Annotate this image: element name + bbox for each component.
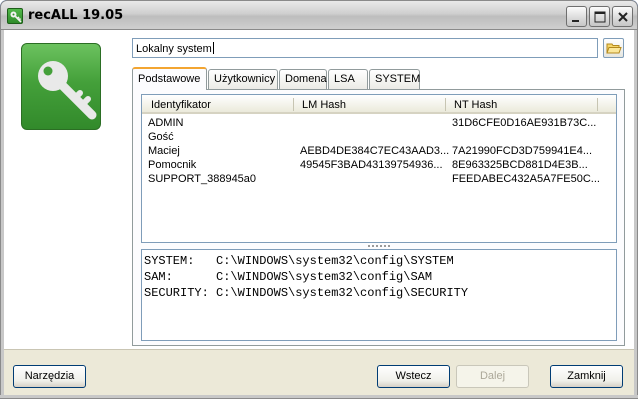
cell-identyfikator: Maciej [148,145,180,157]
cell-lm-hash: 49545F3BAD43139754936... [300,159,443,171]
splitter-grip-icon [368,245,390,247]
cell-identyfikator: SUPPORT_388945a0 [148,173,257,185]
logo-key-icon [21,43,101,130]
source-path-value: Lokalny system [136,43,212,55]
log-line: SECURITY: C:\WINDOWS\system32\config\SEC… [144,286,469,300]
table-row[interactable]: ADMIN 31D6CFE0D16AE931B73C... [142,116,616,130]
tab-uzytkownicy[interactable]: Użytkownicy [208,69,278,89]
cell-identyfikator: Pomocnik [148,159,197,171]
hive-paths-log[interactable]: SYSTEM: C:\WINDOWS\system32\config\SYSTE… [141,249,617,341]
cell-nt-hash: 31D6CFE0D16AE931B73C... [452,117,597,129]
table-row[interactable]: SUPPORT_388945a0 FEEDABEC432A5A7FE50C... [142,172,616,186]
column-divider[interactable] [597,98,598,111]
close-window-button[interactable] [612,6,633,27]
back-button[interactable]: Wstecz [377,365,450,388]
cell-identyfikator: Gość [148,131,174,143]
minimize-icon [572,20,579,22]
tab-podstawowe[interactable]: Podstawowe [132,67,207,90]
table-row[interactable]: Maciej AEBD4DE384C7EC43AAD3... 7A21990FC… [142,144,616,158]
tab-lsa[interactable]: LSA [328,69,368,89]
source-path-input[interactable]: Lokalny system [132,38,598,58]
column-header-lm-hash[interactable]: LM Hash [302,99,346,111]
folder-open-icon [606,43,622,54]
cell-nt-hash: 7A21990FCD3D759941E4... [452,145,593,157]
column-header-nt-hash[interactable]: NT Hash [454,99,497,111]
text-caret [212,42,214,54]
cell-lm-hash: AEBD4DE384C7EC43AAD3... [300,145,450,157]
accounts-table[interactable]: Identyfikator LM Hash NT Hash ADMIN 31D6… [141,94,617,243]
title-bar[interactable]: recALL 19.05 [0,0,638,30]
tools-button[interactable]: Narzędzia [13,365,86,388]
tab-system[interactable]: SYSTEM [369,69,420,89]
window-title: recALL 19.05 [28,8,124,23]
column-header-identyfikator[interactable]: Identyfikator [151,99,211,111]
cell-nt-hash: FEEDABEC432A5A7FE50C... [452,173,600,185]
table-header: Identyfikator LM Hash NT Hash [142,95,616,114]
window-frame-right [634,30,638,399]
table-row[interactable]: Gość [142,130,616,144]
minimize-button[interactable] [566,6,587,27]
close-button[interactable]: Zamknij [550,365,623,388]
log-line: SAM: C:\WINDOWS\system32\config\SAM [144,270,433,284]
tab-domena[interactable]: Domena [279,69,327,89]
window-frame-bottom [0,395,638,399]
close-icon [618,12,628,22]
browse-folder-button[interactable] [603,38,624,58]
app-key-icon [7,8,23,24]
button-bar [4,349,634,395]
next-button[interactable]: Dalej [456,365,529,388]
main-window: recALL 19.05 Lokalny system Podstawowe U… [0,0,638,399]
cell-nt-hash: 8E963325BCD881D4E3B... [452,159,588,171]
maximize-button[interactable] [589,6,610,27]
cell-identyfikator: ADMIN [148,117,184,129]
maximize-icon [594,11,606,23]
table-row[interactable]: Pomocnik 49545F3BAD43139754936... 8E9633… [142,158,616,172]
column-divider[interactable] [293,98,294,111]
column-divider[interactable] [445,98,446,111]
log-line: SYSTEM: C:\WINDOWS\system32\config\SYSTE… [144,254,454,268]
